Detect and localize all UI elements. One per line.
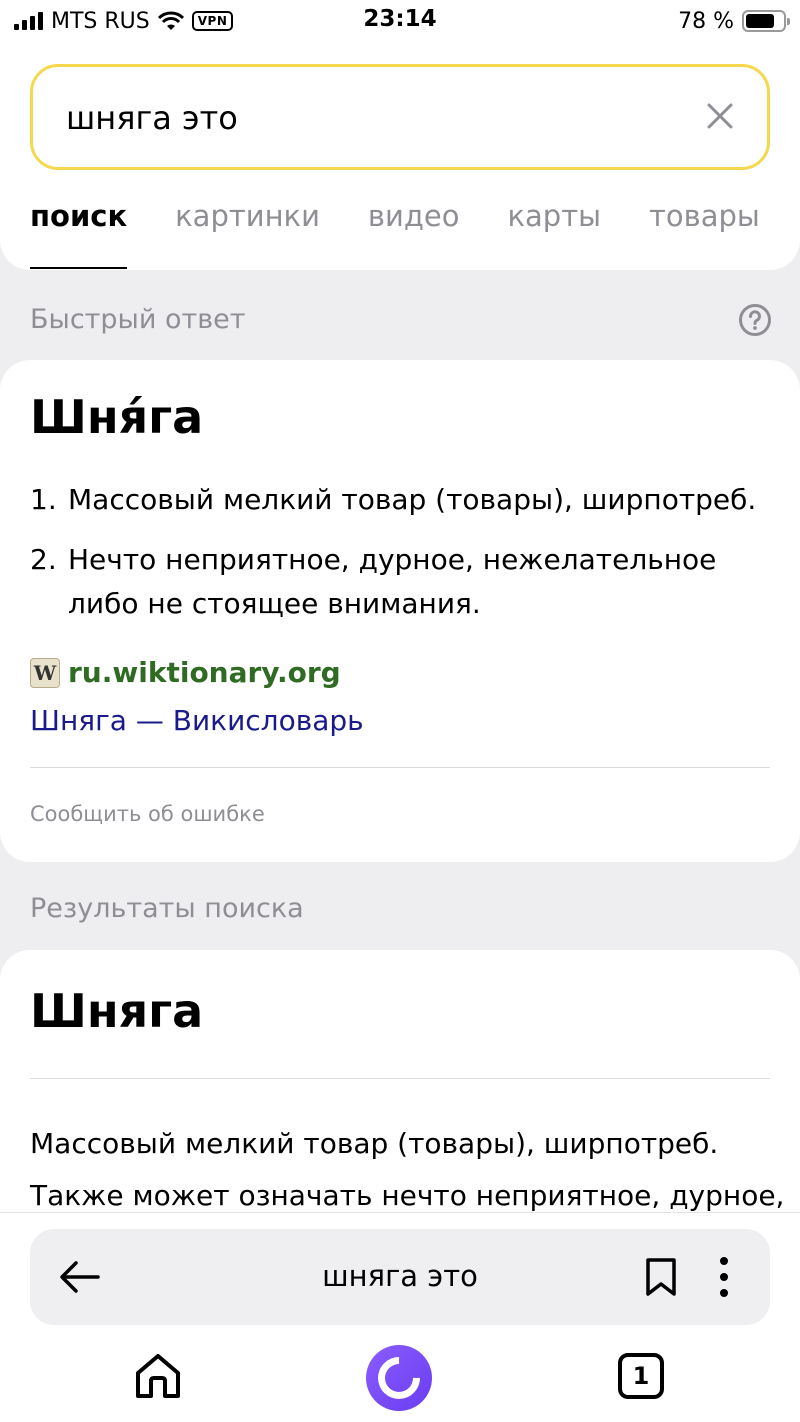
definition-text: Массовый мелкий товар (товары), ширпотре…	[68, 483, 757, 516]
nav-row: 1	[0, 1341, 800, 1421]
definition-text: Нечто неприятное, дурное, нежелательное …	[68, 543, 717, 620]
help-icon[interactable]	[738, 303, 772, 337]
tabs-counter-button[interactable]: 1	[618, 1353, 664, 1399]
alice-ring	[369, 1348, 429, 1408]
search-tabs: поиск картинки видео карты товары по	[30, 199, 800, 269]
definition-list: 1. Массовый мелкий товар (товары), ширпо…	[30, 478, 770, 642]
results-label: Результаты поиска	[30, 893, 304, 924]
more-icon[interactable]	[714, 1255, 734, 1299]
definition-item: 1. Массовый мелкий товар (товары), ширпо…	[30, 478, 770, 522]
battery-fill	[746, 14, 775, 28]
report-error-link[interactable]: Сообщить об ошибке	[30, 802, 265, 826]
battery-percent: 78 %	[678, 8, 734, 34]
bookmark-icon[interactable]	[644, 1257, 678, 1297]
quick-answer-card: Шня́га 1. Массовый мелкий товар (товары)…	[0, 360, 800, 862]
result-snippet: Массовый мелкий товар (товары), ширпотре…	[30, 1118, 790, 1222]
battery-icon	[742, 10, 790, 32]
address-bar[interactable]: шняга это	[30, 1229, 770, 1325]
home-icon[interactable]	[133, 1351, 183, 1401]
search-header: шняга это поиск картинки видео карты тов…	[0, 44, 800, 270]
result-title[interactable]: Шняга	[30, 984, 203, 1038]
clear-icon[interactable]	[705, 101, 735, 131]
search-input[interactable]: шняга это	[30, 64, 770, 170]
divider	[30, 767, 770, 768]
quick-answer-label: Быстрый ответ	[30, 304, 246, 335]
tab-maps[interactable]: карты	[508, 199, 602, 269]
tab-video[interactable]: видео	[368, 199, 460, 269]
tab-products[interactable]: товары	[649, 199, 760, 269]
tab-images[interactable]: картинки	[175, 199, 320, 269]
snippet-line: Массовый мелкий товар (товары), ширпотре…	[30, 1127, 719, 1160]
definition-number: 2.	[30, 543, 57, 576]
bottom-toolbar: шняга это 1	[0, 1212, 800, 1422]
source-domain[interactable]: ru.wiktionary.org	[68, 656, 341, 689]
status-right: 78 %	[678, 8, 790, 34]
alice-icon[interactable]	[366, 1345, 432, 1411]
tab-search[interactable]: поиск	[30, 199, 128, 269]
wiktionary-logo-icon: W	[30, 657, 60, 688]
source-link[interactable]: Шняга — Викисловарь	[30, 704, 364, 737]
definition-number: 1.	[30, 483, 57, 516]
divider	[30, 1078, 770, 1079]
search-query[interactable]: шняга это	[66, 99, 238, 137]
status-bar: MTS RUS VPN 23:14 78 %	[0, 0, 800, 44]
source-row[interactable]: W ru.wiktionary.org	[30, 656, 341, 689]
definition-item: 2. Нечто неприятное, дурное, нежелательн…	[30, 538, 770, 626]
quick-answer-title: Шня́га	[30, 390, 204, 444]
